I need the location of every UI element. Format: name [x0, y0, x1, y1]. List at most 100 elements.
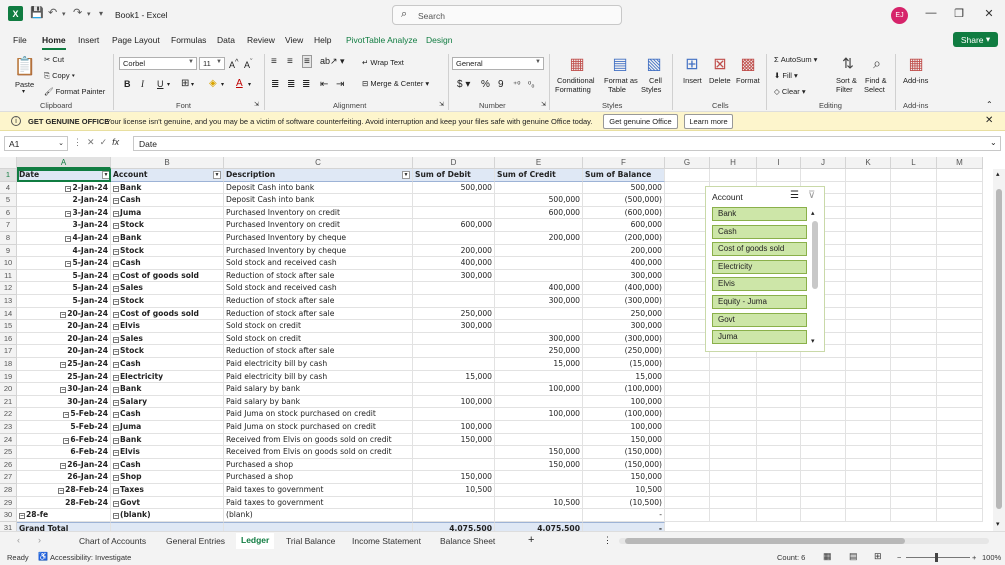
cell[interactable] — [846, 446, 891, 459]
table-row-credit[interactable] — [495, 484, 583, 497]
table-row-account[interactable]: − Juma — [111, 206, 224, 220]
find-select-icon[interactable]: ⌕ — [867, 53, 887, 73]
cell[interactable] — [937, 408, 983, 421]
align-center-icon[interactable]: ≣ — [287, 79, 295, 90]
table-row-credit[interactable]: 150,000 — [495, 446, 583, 459]
table-row-account[interactable]: − Cash — [111, 358, 224, 371]
font-dialog-launcher-icon[interactable]: ⇲ — [254, 101, 259, 108]
cell[interactable] — [937, 194, 983, 207]
cell[interactable] — [846, 433, 891, 447]
cell[interactable] — [710, 358, 757, 371]
cell[interactable] — [937, 471, 983, 484]
horizontal-scrollbar[interactable] — [619, 538, 989, 544]
percent-icon[interactable]: % — [481, 79, 490, 90]
cell[interactable] — [710, 433, 757, 447]
cell[interactable] — [891, 257, 937, 270]
cell[interactable] — [710, 458, 757, 472]
row-header[interactable]: 25 — [0, 446, 17, 459]
insert-cells-label[interactable]: Insert — [683, 76, 702, 85]
table-row-credit[interactable] — [495, 509, 583, 522]
cell[interactable] — [846, 395, 891, 409]
zoom-out-icon[interactable]: − — [897, 553, 901, 562]
collapse-icon[interactable]: − — [113, 362, 119, 368]
row-header[interactable]: 28 — [0, 484, 17, 497]
column-header[interactable]: E — [495, 157, 583, 169]
table-row-account[interactable]: − (blank) — [111, 509, 224, 522]
column-header[interactable]: H — [710, 157, 757, 169]
table-row-date[interactable]: 5-Jan-24 — [17, 282, 111, 295]
cell[interactable] — [665, 458, 710, 472]
cell[interactable] — [846, 295, 891, 308]
row-header[interactable]: 12 — [0, 282, 17, 295]
cell-styles-icon[interactable]: ▧ — [643, 53, 665, 75]
cell[interactable] — [891, 345, 937, 358]
currency-icon[interactable]: $ ▾ — [457, 79, 470, 90]
slicer-item[interactable]: Elvis — [712, 277, 807, 292]
align-left-icon[interactable]: ≣ — [271, 79, 279, 90]
row-header[interactable]: 9 — [0, 244, 17, 258]
table-row-account[interactable]: − Cash — [111, 257, 224, 270]
scroll-thumb[interactable] — [625, 538, 905, 544]
cell[interactable] — [710, 395, 757, 409]
table-row-debit[interactable]: 150,000 — [413, 433, 495, 447]
row-header[interactable]: 14 — [0, 307, 17, 321]
table-row-balance[interactable]: 300,000 — [583, 269, 665, 283]
collapse-icon[interactable]: − — [113, 299, 119, 305]
menu-review[interactable]: Review — [247, 35, 275, 45]
cell[interactable] — [665, 194, 710, 207]
align-middle-icon[interactable]: ≡ — [287, 56, 293, 67]
table-row-account[interactable]: − Bank — [111, 181, 224, 195]
table-row-description[interactable]: Sold stock and received cash — [224, 282, 413, 295]
cell[interactable] — [665, 433, 710, 447]
table-row-description[interactable]: Paid electricity bill by cash — [224, 358, 413, 371]
table-row-account[interactable]: − Elvis — [111, 446, 224, 459]
table-row-date[interactable]: 25-Jan-24 — [17, 370, 111, 384]
row-header[interactable]: 21 — [0, 395, 17, 409]
undo-icon[interactable]: ↶ — [48, 6, 57, 19]
table-row-balance[interactable]: (300,000) — [583, 332, 665, 346]
column-header[interactable]: G — [665, 157, 710, 169]
row-header[interactable]: 19 — [0, 370, 17, 384]
collapse-icon[interactable]: − — [113, 223, 119, 230]
learn-more-button[interactable]: Learn more — [684, 114, 733, 129]
table-row-debit[interactable] — [413, 383, 495, 396]
row-header[interactable]: 5 — [0, 194, 17, 207]
expand-formula-bar-icon[interactable]: ⌄ — [990, 138, 997, 147]
table-row-balance[interactable]: (300,000) — [583, 295, 665, 308]
zoom-level[interactable]: 100% — [982, 553, 1001, 562]
cell[interactable] — [710, 169, 757, 182]
cell[interactable] — [665, 320, 710, 333]
cell[interactable] — [891, 446, 937, 459]
cell[interactable] — [665, 169, 710, 182]
cell[interactable] — [801, 433, 846, 447]
collapse-icon[interactable]: − — [63, 437, 70, 444]
cell[interactable] — [891, 206, 937, 220]
menu-formulas[interactable]: Formulas — [171, 35, 206, 45]
cell[interactable] — [846, 509, 891, 522]
find-select-label[interactable]: Find & — [865, 76, 887, 85]
row-header[interactable]: 13 — [0, 295, 17, 308]
font-color-dropdown-icon[interactable]: ▾ — [248, 81, 251, 88]
cell[interactable] — [937, 370, 983, 384]
format-as-table-icon[interactable]: ▤ — [609, 53, 631, 75]
row-header[interactable]: 22 — [0, 408, 17, 421]
table-row-balance[interactable]: (100,000) — [583, 383, 665, 396]
description-filter-button[interactable]: ▼ — [402, 171, 410, 179]
table-row-date[interactable]: −5-Feb-24 — [17, 408, 111, 421]
cell[interactable] — [891, 295, 937, 308]
table-row-balance[interactable]: (100,000) — [583, 408, 665, 421]
cell-styles-label[interactable]: Cell — [649, 76, 662, 85]
increase-decimal-icon[interactable]: ⁺⁰ — [513, 80, 520, 89]
cell[interactable] — [801, 446, 846, 459]
undo-dropdown-icon[interactable]: ▾ — [62, 10, 66, 18]
table-row-debit[interactable] — [413, 458, 495, 472]
cell[interactable] — [846, 345, 891, 358]
collapse-icon[interactable]: − — [60, 311, 67, 318]
scroll-thumb[interactable] — [812, 221, 818, 289]
number-dialog-launcher-icon[interactable]: ⇲ — [541, 101, 546, 108]
cell[interactable] — [937, 206, 983, 220]
conditional-formatting-label-2[interactable]: Formatting — [555, 85, 591, 94]
table-row-date[interactable]: 3-Jan-24 — [17, 219, 111, 232]
collapse-ribbon-icon[interactable]: ⌃ — [986, 100, 993, 109]
align-right-icon[interactable]: ≣ — [302, 79, 310, 90]
